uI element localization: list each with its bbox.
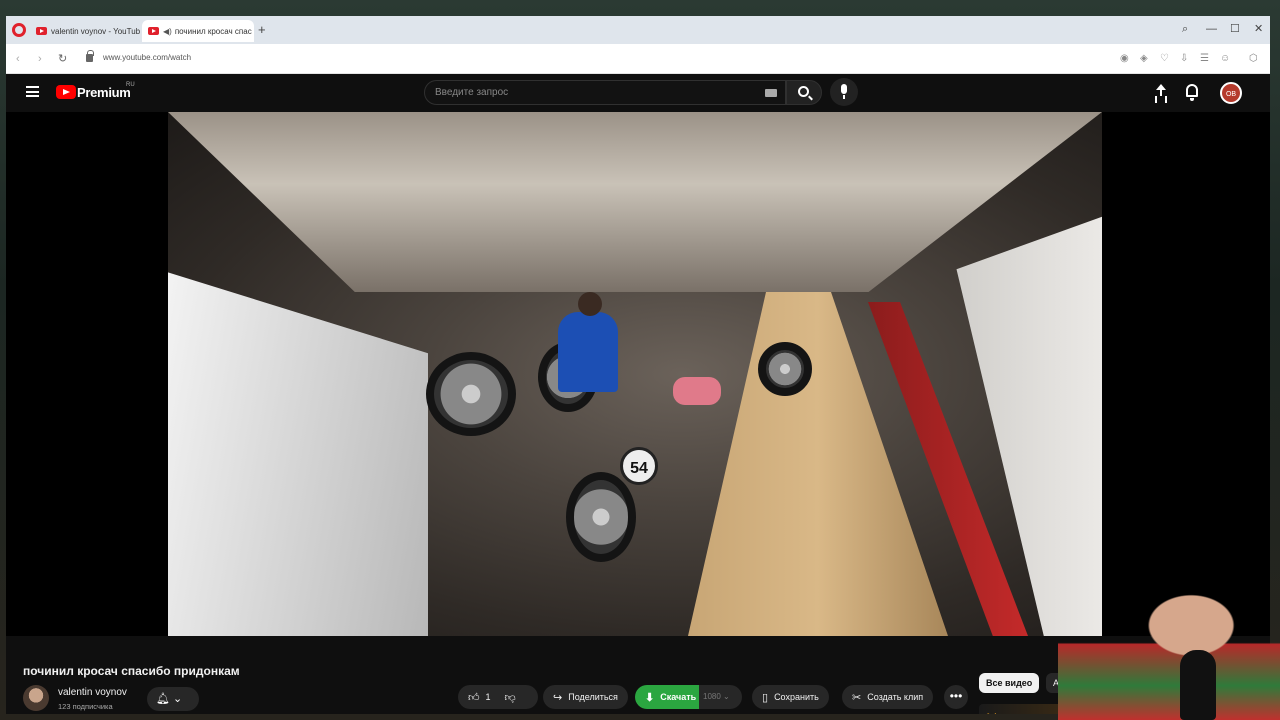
upload-icon[interactable]: [1154, 84, 1168, 100]
camera-icon[interactable]: ◉: [1120, 52, 1129, 66]
youtube-logo-icon[interactable]: [56, 85, 76, 99]
voice-search-button[interactable]: [830, 78, 858, 106]
notifications-icon[interactable]: [1186, 84, 1198, 101]
microphone-icon: [841, 84, 847, 99]
quality-value: 1080: [703, 692, 721, 701]
lock-icon: [86, 50, 94, 62]
search-input[interactable]: Введите запрос: [424, 80, 786, 105]
like-count[interactable]: 1: [486, 692, 491, 702]
race-number-plate: 54: [620, 447, 658, 485]
maximize-button[interactable]: ☐: [1230, 22, 1240, 36]
quality-select[interactable]: 1080 ⌄: [699, 685, 742, 709]
streamer-microphone: [1180, 650, 1216, 720]
bookmark-icon: ▯: [762, 691, 769, 704]
like-icon[interactable]: 👍︎: [468, 691, 480, 704]
chevron-down-icon: ⌄: [723, 692, 730, 701]
tab-label: починил кросач спас: [174, 26, 252, 36]
fuel-tank: [673, 377, 721, 405]
profile-icon[interactable]: ☺: [1220, 52, 1230, 66]
youtube-brand[interactable]: Premium: [77, 85, 131, 100]
keyboard-icon[interactable]: [765, 89, 777, 97]
speaker-icon[interactable]: ◀): [163, 27, 172, 36]
video-frame[interactable]: 54: [168, 112, 1102, 636]
download-button[interactable]: ⬇ Скачать: [635, 685, 707, 709]
share-label: Поделиться: [568, 692, 618, 702]
menu-icon[interactable]: [26, 86, 39, 97]
channel-name[interactable]: valentin voynov: [58, 687, 127, 698]
back-icon[interactable]: ‹: [16, 52, 20, 66]
dislike-icon[interactable]: 👎︎: [505, 691, 516, 704]
chip-all-videos[interactable]: Все видео: [979, 673, 1040, 693]
forward-icon[interactable]: ›: [38, 52, 42, 66]
download-label: Скачать: [660, 692, 697, 702]
video-title: починил кросач спасибо придонкам: [23, 664, 240, 678]
save-button[interactable]: ▯ Сохранить: [752, 685, 829, 709]
scissors-icon: ✂: [852, 691, 862, 704]
heart-icon[interactable]: ♡: [1160, 52, 1169, 66]
youtube-favicon-icon: [148, 27, 159, 35]
new-tab-button[interactable]: +: [258, 23, 266, 37]
subscription-bell-button[interactable]: 🔔︎ ⌄: [147, 687, 199, 711]
motorcycle-wheel: [566, 472, 636, 562]
browser-search-icon[interactable]: ⌕: [1182, 22, 1188, 36]
minimize-button[interactable]: —: [1206, 22, 1217, 36]
url-field[interactable]: www.youtube.com/watch: [103, 53, 191, 62]
subscriber-count: 123 подписчика: [58, 702, 113, 711]
search-button[interactable]: [786, 80, 822, 105]
save-label: Сохранить: [774, 692, 819, 702]
bell-icon: 🔔︎: [156, 693, 170, 705]
download-arrow-icon: ⬇: [645, 691, 655, 704]
tire-wheel: [758, 342, 812, 396]
person-mechanic: [558, 292, 618, 392]
like-dislike-group: 👍︎ 1 👎︎: [458, 685, 538, 709]
opera-logo-icon[interactable]: [12, 23, 26, 37]
tab-strip: valentin voynov - YouTube ◀) починил кро…: [6, 16, 1270, 44]
garage-left-wall: [168, 272, 428, 636]
tab-channel[interactable]: valentin voynov - YouTube: [30, 20, 140, 42]
more-actions-button[interactable]: •••: [944, 685, 968, 709]
tire-wheel: [426, 352, 516, 436]
menu-lines-icon[interactable]: ☰: [1200, 52, 1209, 66]
region-badge: RU: [126, 82, 135, 88]
share-icon: ↪: [553, 691, 563, 704]
download-icon[interactable]: ⇩: [1180, 52, 1188, 66]
account-avatar[interactable]: ОВ: [1220, 82, 1242, 104]
chevron-down-icon: ⌄: [173, 693, 183, 705]
related-video-thumbnail[interactable]: Афоня: [979, 704, 1069, 714]
create-clip-button[interactable]: ✂ Создать клип: [842, 685, 934, 709]
reload-icon[interactable]: ↻: [58, 52, 67, 66]
garage-ceiling: [168, 112, 1102, 292]
shield-icon[interactable]: ◈: [1140, 52, 1148, 66]
search-placeholder: Введите запрос: [435, 87, 509, 98]
webcam-overlay: [1058, 548, 1280, 720]
address-bar: ‹ › ↻ www.youtube.com/watch ◉ ◈ ♡ ⇩ ☰ ☺ …: [6, 44, 1270, 74]
close-window-button[interactable]: ✕: [1254, 22, 1263, 36]
clip-label: Создать клип: [867, 692, 924, 702]
tab-video[interactable]: ◀) починил кросач спас: [142, 20, 254, 42]
channel-avatar[interactable]: [23, 685, 49, 711]
search-icon: [798, 86, 809, 97]
extensions-icon[interactable]: ⬡: [1249, 52, 1258, 66]
share-button[interactable]: ↪ Поделиться: [543, 685, 628, 709]
tab-label: valentin voynov - YouTube: [51, 26, 140, 36]
youtube-header: Premium RU Введите запрос ОВ: [6, 74, 1270, 112]
youtube-favicon-icon: [36, 27, 47, 35]
